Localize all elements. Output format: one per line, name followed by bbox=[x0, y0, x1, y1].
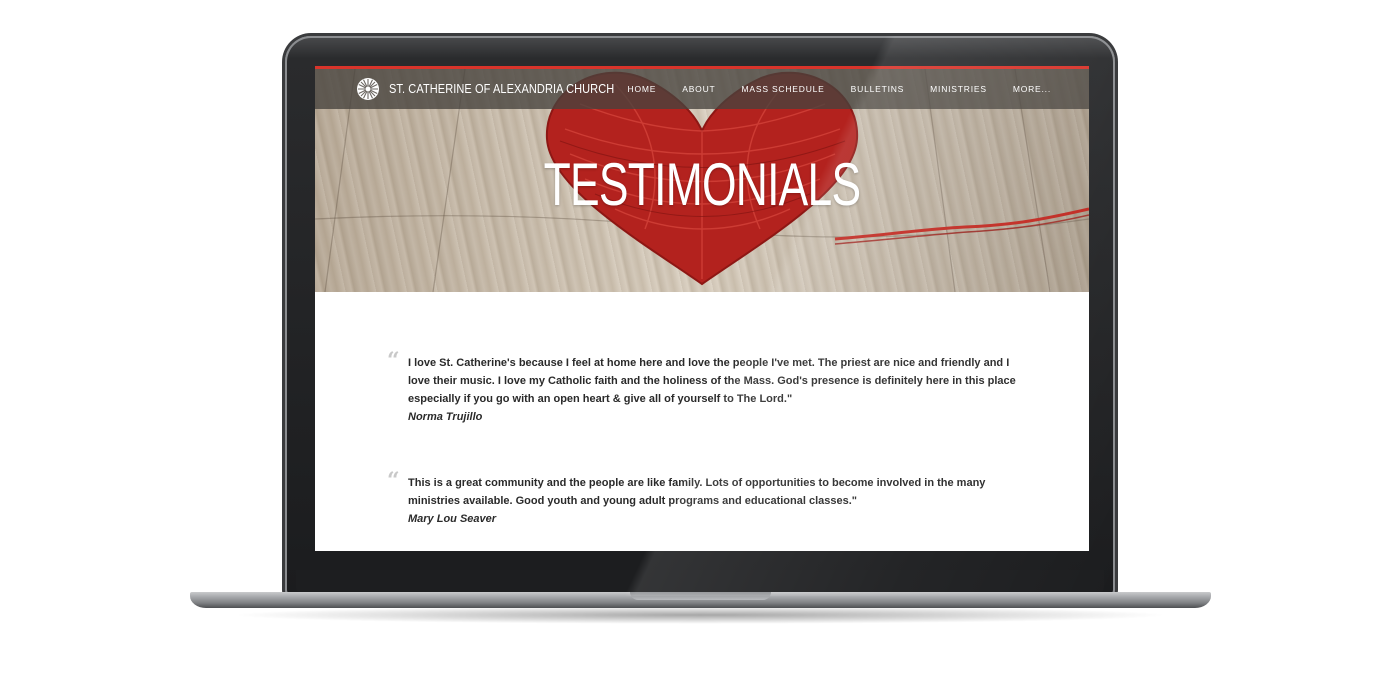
laptop-mockup: TESTIMONIALS ST. CATHERINE OF ALEXANDRIA… bbox=[0, 0, 1400, 700]
testimonial-quote: This is a great community and the people… bbox=[408, 477, 986, 507]
quote-icon: “ bbox=[387, 348, 400, 374]
page-title: TESTIMONIALS bbox=[543, 151, 862, 218]
laptop-notch bbox=[630, 592, 771, 600]
quote-icon: “ bbox=[387, 468, 400, 494]
site-brand[interactable]: ST. CATHERINE OF ALEXANDRIA CHURCH bbox=[355, 76, 645, 102]
nav-item-mass-schedule[interactable]: MASS SCHEDULE bbox=[742, 84, 825, 94]
testimonial-author: Norma Trujillo bbox=[408, 411, 483, 423]
testimonial-item: “ This is a great community and the peop… bbox=[387, 470, 1027, 528]
browser-viewport: TESTIMONIALS ST. CATHERINE OF ALEXANDRIA… bbox=[315, 66, 1089, 551]
main-navigation: ST. CATHERINE OF ALEXANDRIA CHURCH HOME … bbox=[315, 69, 1089, 109]
nav-item-more[interactable]: MORE... bbox=[1013, 84, 1051, 94]
testimonial-item: “ I love St. Catherine's because I feel … bbox=[387, 350, 1027, 426]
nav-item-bulletins[interactable]: BULLETINS bbox=[851, 84, 905, 94]
laptop-chin bbox=[296, 570, 1104, 592]
nav-item-home[interactable]: HOME bbox=[628, 84, 657, 94]
testimonial-quote: I love St. Catherine's because I feel at… bbox=[408, 357, 1016, 405]
testimonial-author: Mary Lou Seaver bbox=[408, 513, 497, 525]
nav-menu: HOME ABOUT MASS SCHEDULE BULLETINS MINIS… bbox=[628, 69, 1051, 109]
laptop-shadow bbox=[230, 606, 1170, 624]
site-name: ST. CATHERINE OF ALEXANDRIA CHURCH bbox=[389, 82, 615, 96]
church-logo-icon bbox=[355, 76, 381, 102]
nav-item-about[interactable]: ABOUT bbox=[682, 84, 715, 94]
nav-item-ministries[interactable]: MINISTRIES bbox=[930, 84, 987, 94]
